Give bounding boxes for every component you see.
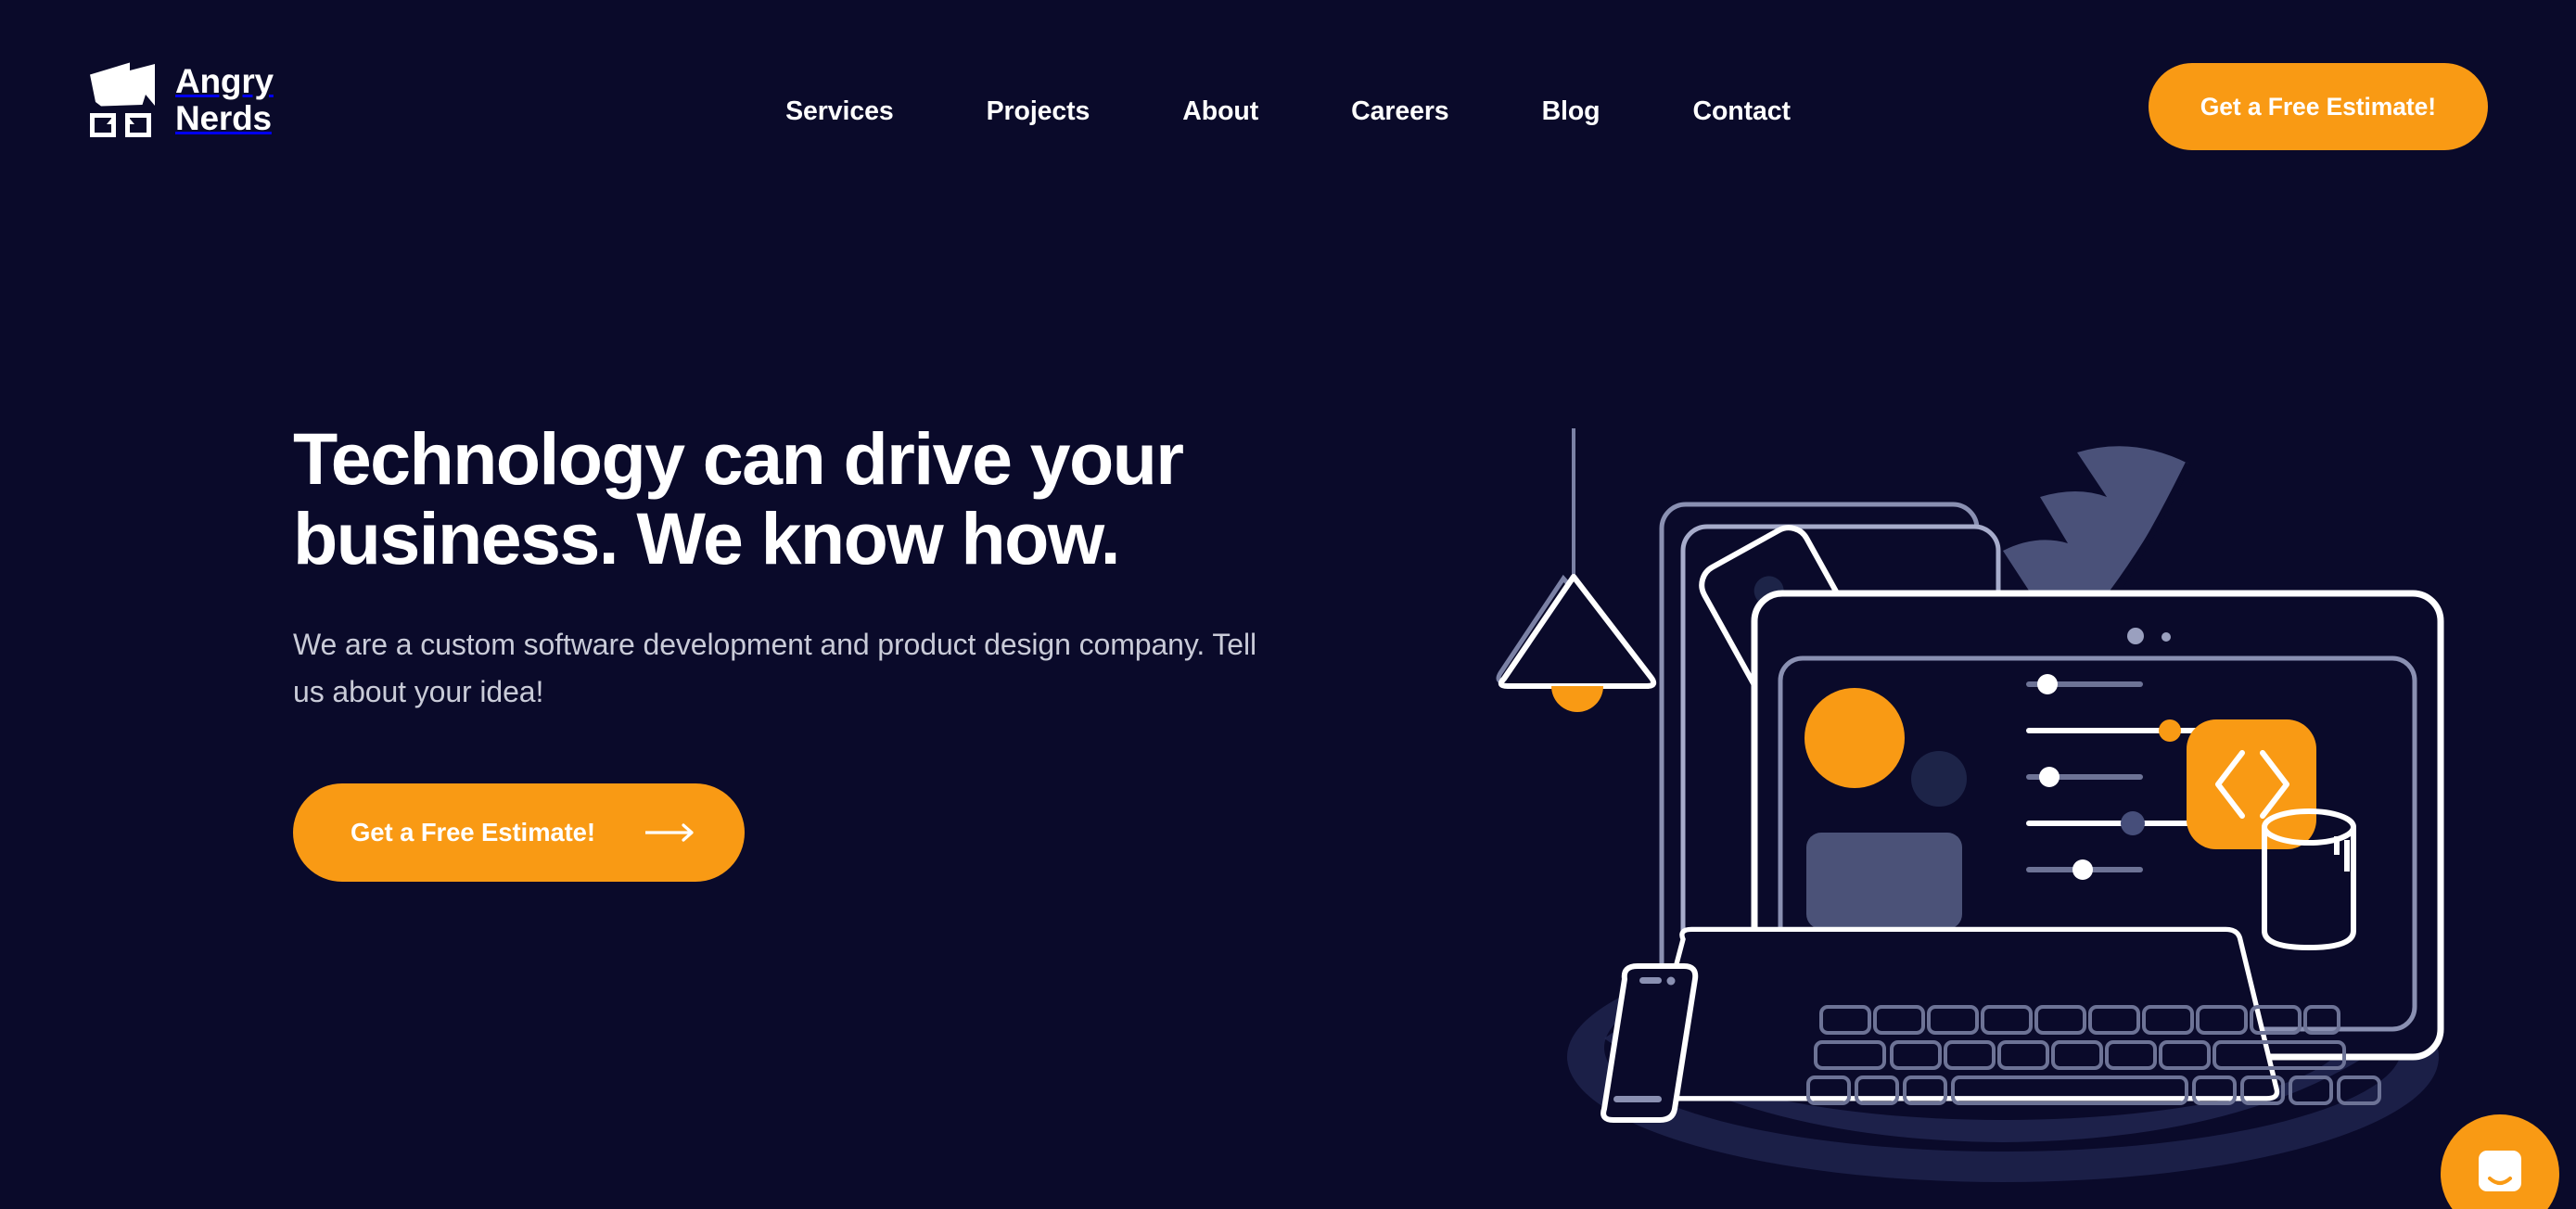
nav-item-blog[interactable]: Blog [1496,83,1647,140]
brand-line-2: Nerds [175,99,272,137]
code-badge [2187,719,2316,849]
site-header: Angry Nerds Services Projects About Care… [0,0,2576,223]
arrow-right-icon [644,823,694,842]
hero-section: Technology can drive your business. We k… [293,417,1387,883]
nav-item-projects[interactable]: Projects [940,83,1137,140]
hero-cta-label: Get a Free Estimate! [351,818,595,847]
page-root: Angry Nerds Services Projects About Care… [0,0,2576,1209]
gray-card [1806,833,1962,929]
orange-circle [1804,688,1905,788]
dark-circle [1911,751,1967,807]
nav-item-careers[interactable]: Careers [1305,83,1495,140]
hero-subtitle: We are a custom software development and… [293,628,1257,708]
angry-nerds-cap-icon [90,62,155,137]
main-navigation: Services Projects About Careers Blog Con… [739,0,1837,223]
nav-item-services[interactable]: Services [739,83,939,140]
orange-bulb [1551,686,1603,712]
brand-wordmark: Angry Nerds [175,63,274,137]
hero-title: Technology can drive your business. We k… [293,417,1387,580]
pendant-lamp-icon [1496,428,1657,712]
header-get-free-estimate-button[interactable]: Get a Free Estimate! [2148,63,2488,150]
monitor-dot-small [2162,632,2171,642]
brand-line-1: Angry [175,62,274,101]
illustration-canvas [1496,428,2444,1182]
nav-item-about[interactable]: About [1136,83,1305,140]
hero-get-free-estimate-button[interactable]: Get a Free Estimate! [293,783,745,883]
hero-title-line-1: Technology can drive your [293,417,1184,500]
monitor-dot-large [2127,628,2144,644]
nav-item-contact[interactable]: Contact [1646,83,1836,140]
chat-bubble-smile-icon [2479,1151,2521,1191]
brand-logo[interactable]: Angry Nerds [88,61,274,139]
hero-title-line-2: business. We know how. [293,497,1121,580]
workspace-devices-illustration [1484,408,2576,1209]
